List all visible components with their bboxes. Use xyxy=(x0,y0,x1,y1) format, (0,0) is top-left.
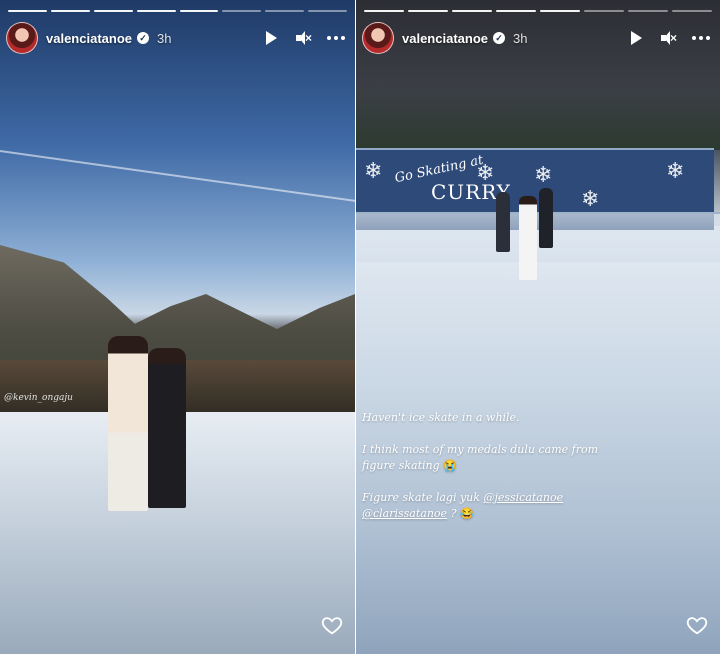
progress-segment xyxy=(628,10,668,12)
skater xyxy=(539,188,553,248)
mute-button[interactable]: × xyxy=(295,30,313,46)
person-right xyxy=(148,348,186,508)
progress-segment xyxy=(452,10,492,12)
story-progress-bar xyxy=(8,10,347,12)
mute-x: × xyxy=(305,31,313,45)
rink-railing xyxy=(356,212,720,262)
snowflake-icon: ❄ xyxy=(364,158,383,183)
story-panel-2[interactable]: Go Skating at CURRY ❄ ❄ ❄ ❄ ❄ valenciata… xyxy=(356,0,720,654)
dot xyxy=(706,36,710,40)
skater-figure xyxy=(519,196,537,280)
progress-segment xyxy=(265,10,305,12)
progress-segment xyxy=(584,10,624,12)
progress-segment xyxy=(364,10,404,12)
dot xyxy=(341,36,345,40)
progress-segment xyxy=(8,10,47,12)
caption-line-3-text: Figure skate lagi yuk xyxy=(362,491,480,504)
progress-segment xyxy=(50,10,90,12)
caption-line-3-end: ? xyxy=(450,507,457,520)
contrail xyxy=(0,150,355,205)
crying-emoji-icon: 😭 xyxy=(443,459,457,472)
progress-segment xyxy=(222,10,262,12)
snowflake-icon: ❄ xyxy=(581,186,600,211)
mention-link[interactable]: @clarissatanoe xyxy=(362,507,447,520)
story-header: valenciatanoe ✓ 3h × xyxy=(362,22,710,54)
avatar[interactable] xyxy=(362,22,394,54)
progress-segment xyxy=(136,10,176,12)
caption-line-2-text: I think most of my medals dulu came from xyxy=(362,443,599,456)
snowflake-icon: ❄ xyxy=(476,160,495,185)
photo-credit-tag[interactable]: @kevin_ongaju xyxy=(4,393,73,403)
dot xyxy=(699,36,703,40)
story-progress-bar xyxy=(364,10,712,12)
story-controls: × xyxy=(263,30,345,46)
progress-segment xyxy=(408,10,448,12)
story-caption: Haven't ice skate in a while. I think mo… xyxy=(362,410,702,538)
couple-photo-subjects xyxy=(98,336,198,516)
person-left xyxy=(108,336,148,511)
caption-line-3: Figure skate lagi yuk @jessicatanoe @cla… xyxy=(362,490,702,522)
username[interactable]: valenciatanoe xyxy=(46,31,132,46)
play-button[interactable] xyxy=(263,30,279,46)
caption-line-2: I think most of my medals dulu came from… xyxy=(362,442,702,474)
dot xyxy=(327,36,331,40)
dot xyxy=(692,36,696,40)
progress-segment-current xyxy=(179,10,219,12)
snowflake-icon: ❄ xyxy=(534,162,553,187)
progress-segment xyxy=(93,10,133,12)
story-controls: × xyxy=(628,30,710,46)
mute-x: × xyxy=(670,31,678,45)
story-header: valenciatanoe ✓ 3h × xyxy=(6,22,345,54)
progress-segment xyxy=(496,10,536,12)
more-options-button[interactable] xyxy=(692,36,710,40)
verified-badge-icon: ✓ xyxy=(493,32,505,44)
username[interactable]: valenciatanoe xyxy=(402,31,488,46)
more-options-button[interactable] xyxy=(327,36,345,40)
snowflake-icon: ❄ xyxy=(666,158,685,183)
play-button[interactable] xyxy=(628,30,644,46)
caption-line-1: Haven't ice skate in a while. xyxy=(362,411,520,424)
dot xyxy=(334,36,338,40)
avatar[interactable] xyxy=(6,22,38,54)
progress-segment xyxy=(308,10,347,12)
progress-segment xyxy=(672,10,712,12)
skater xyxy=(496,192,510,252)
story-panel-1[interactable]: @kevin_ongaju valenciatanoe ✓ 3h × xyxy=(0,0,355,654)
post-time: 3h xyxy=(513,30,528,46)
verified-badge-icon: ✓ xyxy=(137,32,149,44)
play-icon xyxy=(631,31,642,45)
laughing-emoji-icon: 😂 xyxy=(459,507,474,520)
mute-button[interactable]: × xyxy=(660,30,678,46)
play-icon xyxy=(266,31,277,45)
mention-link[interactable]: @jessicatanoe xyxy=(483,491,563,504)
heart-icon[interactable] xyxy=(686,614,708,636)
progress-segment-current xyxy=(540,10,580,12)
caption-line-2-text-b: figure skating xyxy=(362,459,440,472)
post-time: 3h xyxy=(157,30,172,46)
heart-icon[interactable] xyxy=(321,614,343,636)
